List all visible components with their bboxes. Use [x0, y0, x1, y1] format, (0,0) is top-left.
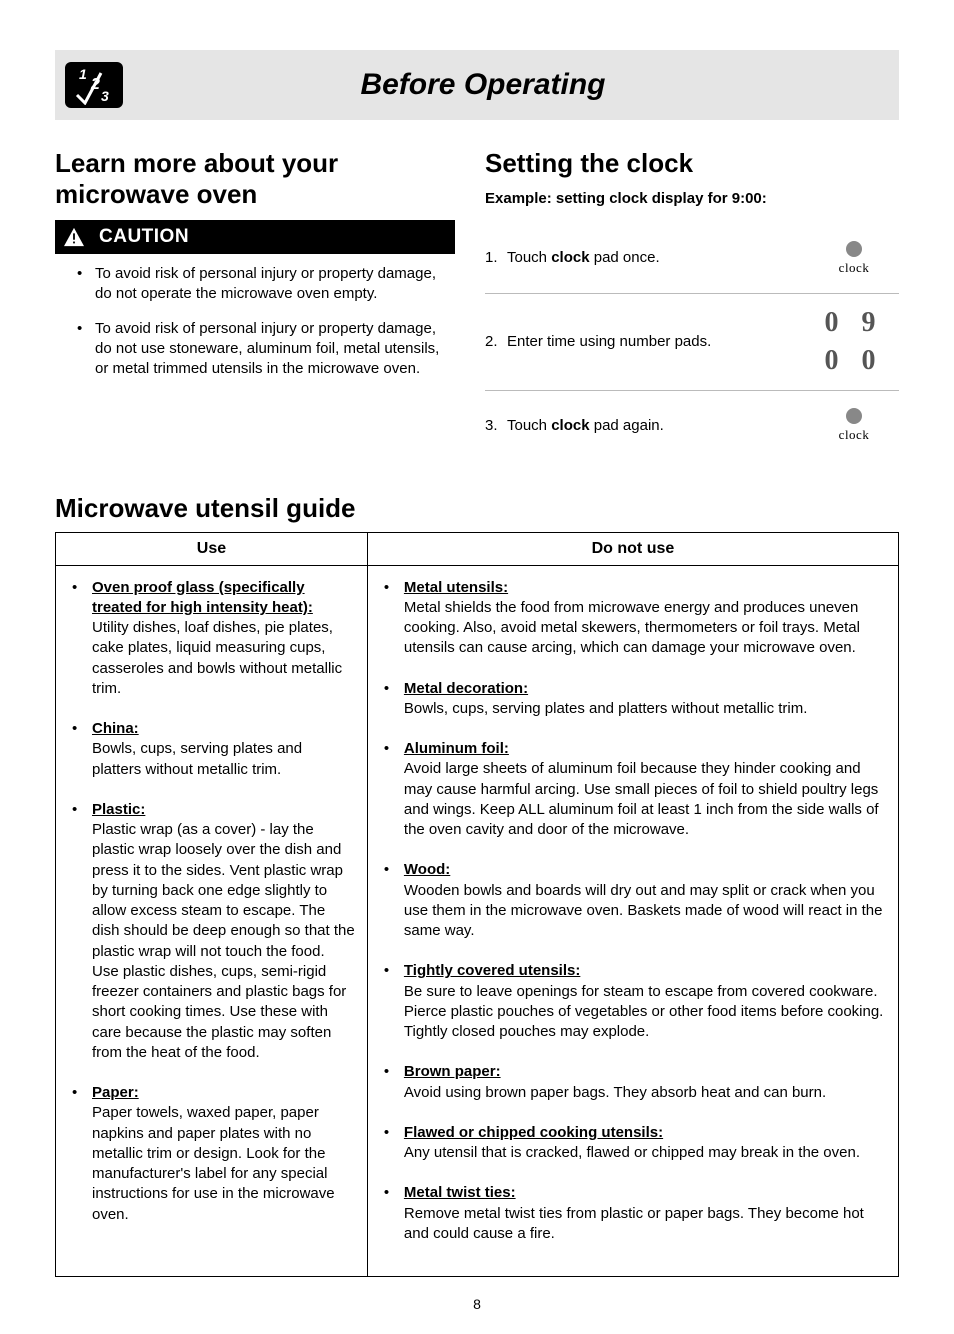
utensil-guide-table: Use Do not use Oven proof glass (specifi… — [55, 532, 899, 1277]
left-heading: Learn more about your microwave oven — [55, 148, 455, 210]
warning-triangle-icon — [63, 227, 85, 247]
svg-text:3: 3 — [101, 88, 109, 104]
list-item: Tightly covered utensils:Be sure to leav… — [376, 961, 886, 1042]
list-item: Oven proof glass (specifically treated f… — [64, 578, 355, 700]
step-row: 1.Touch clock pad once. clock — [485, 223, 899, 294]
right-heading: Setting the clock — [485, 148, 899, 179]
list-item: Metal decoration:Bowls, cups, serving pl… — [376, 679, 886, 720]
step-row: 2.Enter time using number pads. 0 9 0 0 — [485, 294, 899, 391]
caution-item: To avoid risk of personal injury or prop… — [77, 264, 455, 305]
list-item: Paper:Paper towels, waxed paper, paper n… — [64, 1083, 355, 1225]
list-item: China:Bowls, cups, serving plates and pl… — [64, 719, 355, 780]
list-item: Wood:Wooden bowls and boards will dry ou… — [376, 860, 886, 941]
page-title: Before Operating — [137, 65, 899, 106]
caution-item: To avoid risk of personal injury or prop… — [77, 319, 455, 380]
display-digits: 0 9 0 0 — [809, 304, 899, 380]
clock-pad-icon: clock — [809, 241, 899, 277]
col-dont-header: Do not use — [367, 533, 898, 566]
list-item: Metal utensils:Metal shields the food fr… — [376, 578, 886, 659]
step-row: 3.Touch clock pad again. clock — [485, 391, 899, 461]
col-use-header: Use — [56, 533, 368, 566]
step-text: 1.Touch clock pad once. — [485, 248, 809, 268]
step-text: 3.Touch clock pad again. — [485, 416, 809, 436]
header-band: 1 2 3 Before Operating — [55, 50, 899, 120]
caution-bar: CAUTION — [55, 220, 455, 254]
step-text: 2.Enter time using number pads. — [485, 332, 809, 352]
dont-list: Metal utensils:Metal shields the food fr… — [376, 578, 886, 1245]
list-item: Aluminum foil:Avoid large sheets of alum… — [376, 739, 886, 840]
list-item: Flawed or chipped cooking utensils:Any u… — [376, 1123, 886, 1164]
guide-heading: Microwave utensil guide — [55, 491, 899, 526]
caution-list: To avoid risk of personal injury or prop… — [55, 264, 455, 379]
list-item: Plastic:Plastic wrap (as a cover) - lay … — [64, 800, 355, 1063]
svg-text:1: 1 — [79, 66, 87, 82]
caution-label: CAUTION — [99, 224, 189, 250]
page-number: 8 — [55, 1295, 899, 1314]
example-line: Example: setting clock display for 9:00: — [485, 189, 899, 209]
clock-pad-icon: clock — [809, 408, 899, 444]
list-item: Metal twist ties:Remove metal twist ties… — [376, 1183, 886, 1244]
use-list: Oven proof glass (specifically treated f… — [64, 578, 355, 1225]
list-item: Brown paper:Avoid using brown paper bags… — [376, 1062, 886, 1103]
steps-123-icon: 1 2 3 — [65, 62, 123, 108]
